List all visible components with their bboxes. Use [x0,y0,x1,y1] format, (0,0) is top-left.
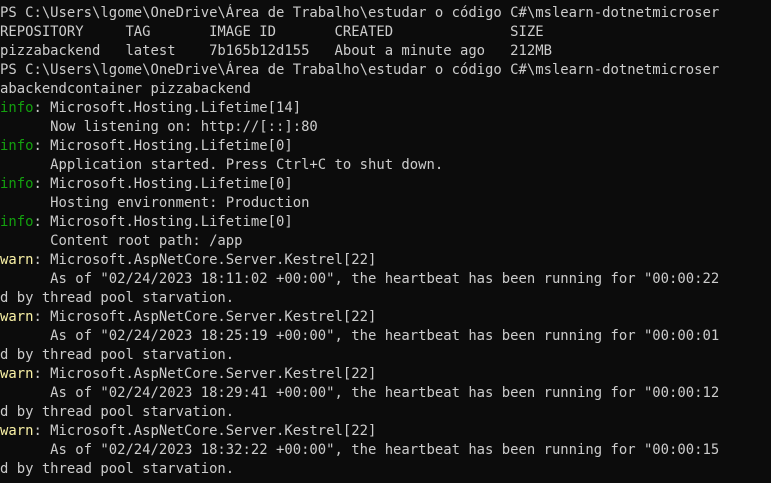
terminal-line: As of "02/24/2023 18:25:19 +00:00", the … [0,327,771,346]
log-level-warn: warn [0,366,34,382]
line-text: As of "02/24/2023 18:25:19 +00:00", the … [0,328,720,344]
terminal-line: As of "02/24/2023 18:29:41 +00:00", the … [0,384,771,403]
line-text: : Microsoft.AspNetCore.Server.Kestrel[22… [33,423,377,439]
terminal-line: d by thread pool starvation. [0,403,771,422]
line-text: : Microsoft.Hosting.Lifetime[14] [33,100,302,116]
line-text: PS C:\Users\lgome\OneDrive\Área de Traba… [0,5,720,21]
terminal-line: info: Microsoft.Hosting.Lifetime[0] [0,137,771,156]
line-text: Application started. Press Ctrl+C to shu… [0,157,444,173]
terminal-line: PS C:\Users\lgome\OneDrive\Área de Traba… [0,61,771,80]
line-text: PS C:\Users\lgome\OneDrive\Área de Traba… [0,62,720,78]
terminal-line: Now listening on: http://[::]:80 [0,118,771,137]
line-text: abackendcontainer pizzabackend [0,81,251,97]
terminal-output[interactable]: PS C:\Users\lgome\OneDrive\Área de Traba… [0,4,771,483]
line-text: d by thread pool starvation. [0,404,235,420]
log-level-info: info [0,214,34,230]
log-level-warn: warn [0,252,34,268]
terminal-line: abackendcontainer pizzabackend [0,80,771,99]
terminal-line: info: Microsoft.Hosting.Lifetime[0] [0,213,771,232]
terminal-line: d by thread pool starvation. [0,289,771,308]
line-text: As of "02/24/2023 18:32:22 +00:00", the … [0,442,720,458]
terminal-line: warn: Microsoft.AspNetCore.Server.Kestre… [0,365,771,384]
terminal-line: As of "02/24/2023 18:32:22 +00:00", the … [0,441,771,460]
terminal-line: REPOSITORY TAG IMAGE ID CREATED SIZE [0,23,771,42]
line-text: REPOSITORY TAG IMAGE ID CREATED SIZE [0,24,544,40]
terminal-line: d by thread pool starvation. [0,346,771,365]
line-text: Content root path: /app [0,233,243,249]
terminal-line: warn: Microsoft.AspNetCore.Server.Kestre… [0,251,771,270]
terminal-line: As of "02/24/2023 18:11:02 +00:00", the … [0,270,771,289]
line-text: As of "02/24/2023 18:29:41 +00:00", the … [0,385,720,401]
line-text: Now listening on: http://[::]:80 [0,119,318,135]
line-text: : Microsoft.AspNetCore.Server.Kestrel[22… [33,309,377,325]
terminal-line: warn: Microsoft.AspNetCore.Server.Kestre… [0,308,771,327]
line-text: Hosting environment: Production [0,195,310,211]
line-text: d by thread pool starvation. [0,290,235,306]
log-level-info: info [0,100,34,116]
terminal-line: info: Microsoft.Hosting.Lifetime[0] [0,175,771,194]
line-text: : Microsoft.Hosting.Lifetime[0] [33,176,293,192]
line-text: pizzabackend latest 7b165b12d155 About a… [0,43,552,59]
line-text: d by thread pool starvation. [0,461,235,477]
terminal-line: pizzabackend latest 7b165b12d155 About a… [0,42,771,61]
terminal-line: d by thread pool starvation. [0,460,771,479]
line-text: : Microsoft.AspNetCore.Server.Kestrel[22… [33,366,377,382]
terminal-line: info: Microsoft.Hosting.Lifetime[14] [0,99,771,118]
line-text: d by thread pool starvation. [0,347,235,363]
log-level-warn: warn [0,309,34,325]
line-text: : Microsoft.Hosting.Lifetime[0] [33,214,293,230]
log-level-info: info [0,176,34,192]
terminal-line: Application started. Press Ctrl+C to shu… [0,156,771,175]
terminal-line: Hosting environment: Production [0,194,771,213]
terminal-line: warn: Microsoft.AspNetCore.Server.Kestre… [0,422,771,441]
terminal-line: Content root path: /app [0,232,771,251]
line-text: : Microsoft.Hosting.Lifetime[0] [33,138,293,154]
log-level-warn: warn [0,423,34,439]
line-text: As of "02/24/2023 18:11:02 +00:00", the … [0,271,720,287]
log-level-info: info [0,138,34,154]
terminal-line: PS C:\Users\lgome\OneDrive\Área de Traba… [0,4,771,23]
line-text: : Microsoft.AspNetCore.Server.Kestrel[22… [33,252,377,268]
